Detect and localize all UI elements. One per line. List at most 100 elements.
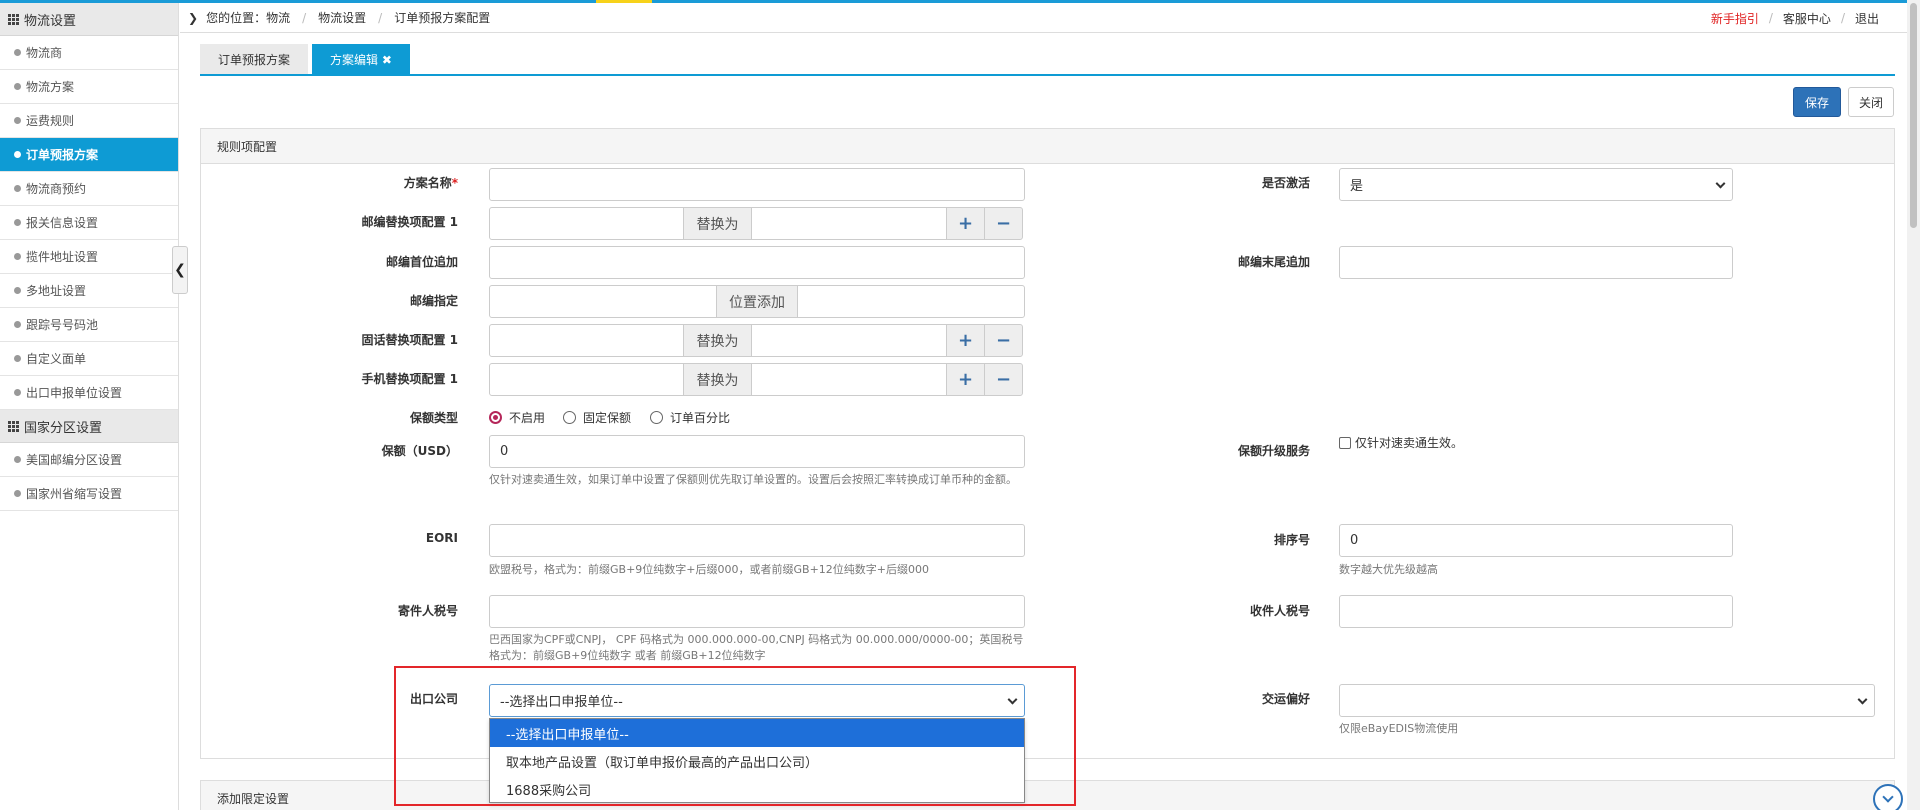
sidebar-item[interactable]: 跟踪号号码池: [0, 308, 178, 342]
bullet-icon: [14, 219, 21, 226]
sidebar-item-label: 报关信息设置: [26, 216, 99, 230]
add-mobile-replace-button[interactable]: +: [946, 363, 985, 396]
tab-plan-edit[interactable]: 方案编辑 ✖: [312, 44, 410, 74]
insurance-type-disabled-radio[interactable]: 不启用: [489, 409, 545, 426]
sidebar-item-label: 揽件地址设置: [26, 250, 99, 264]
tab-order-forecast-plan[interactable]: 订单预报方案: [200, 44, 309, 74]
breadcrumb-item[interactable]: 物流: [266, 9, 290, 26]
insurance-type-percent-radio[interactable]: 订单百分比: [650, 409, 730, 426]
mobile-replace-from-input[interactable]: [489, 363, 684, 396]
breadcrumb-separator: /: [378, 10, 383, 25]
sidebar-item[interactable]: 国家州省缩写设置: [0, 477, 178, 511]
sidebar-item[interactable]: 物流方案: [0, 70, 178, 104]
sender-tax-label: 寄件人税号: [397, 604, 458, 618]
zip-prefix-input[interactable]: [489, 246, 1025, 279]
zip-assign-position-input[interactable]: [797, 285, 1025, 318]
mobile-replace-to-input[interactable]: [751, 363, 947, 396]
sidebar-item[interactable]: 美国邮编分区设置: [0, 443, 178, 477]
sidebar-group-label: 国家分区设置: [24, 420, 103, 436]
sender-tax-input[interactable]: [489, 595, 1025, 628]
radio-checked-icon: [489, 411, 502, 424]
scrollbar-thumb[interactable]: [1910, 3, 1917, 228]
zip-prefix-label: 邮编首位追加: [385, 255, 458, 269]
breadcrumb-item[interactable]: 物流设置: [318, 9, 366, 26]
sidebar-item[interactable]: 订单预报方案: [0, 138, 178, 172]
position-add-addon: 位置添加: [716, 285, 798, 318]
sidebar-item[interactable]: 物流商: [0, 36, 178, 70]
sort-label: 排序号: [1273, 533, 1310, 547]
expand-panel-button[interactable]: [1873, 784, 1903, 810]
sidebar-item-label: 跟踪号号码池: [26, 318, 99, 332]
bullet-icon: [14, 456, 21, 463]
bullet-icon: [14, 389, 21, 396]
sidebar-item[interactable]: 出口申报单位设置: [0, 376, 178, 410]
plus-icon: +: [957, 330, 974, 351]
sidebar-group-country-zones[interactable]: 国家分区设置: [0, 410, 178, 443]
grid-icon: [8, 13, 19, 25]
sidebar-collapse-button[interactable]: ❮: [172, 246, 188, 294]
receiver-tax-label: 收件人税号: [1249, 604, 1310, 618]
sort-input[interactable]: 0: [1339, 524, 1733, 557]
new-guide-link[interactable]: 新手指引: [1711, 10, 1759, 27]
bullet-icon: [14, 185, 21, 192]
chevron-down-icon: [1857, 694, 1868, 705]
save-button[interactable]: 保存: [1793, 87, 1841, 117]
active-label: 是否激活: [1261, 176, 1310, 190]
bullet-icon: [14, 117, 21, 124]
remove-phone-replace-button[interactable]: −: [984, 324, 1023, 357]
sidebar-item[interactable]: 多地址设置: [0, 274, 178, 308]
remove-zip-replace-button[interactable]: −: [984, 207, 1023, 240]
handover-label: 交运偏好: [1261, 692, 1310, 706]
handover-select[interactable]: [1339, 684, 1875, 717]
zip-suffix-label: 邮编末尾追加: [1237, 255, 1310, 269]
mobile-replace-label: 手机替换项配置 1: [361, 372, 458, 386]
zip-assign-label: 邮编指定: [409, 294, 458, 308]
receiver-tax-input[interactable]: [1339, 595, 1733, 628]
handover-help-text: 仅限eBayEDIS物流使用: [1339, 722, 1459, 735]
insurance-type-fixed-radio[interactable]: 固定保额: [563, 409, 631, 426]
logout-link[interactable]: 退出: [1855, 10, 1879, 27]
zip-replace-to-input[interactable]: [751, 207, 947, 240]
plus-icon: +: [957, 213, 974, 234]
eori-input[interactable]: [489, 524, 1025, 557]
radio-icon: [650, 411, 663, 424]
sidebar-item[interactable]: 物流商预约: [0, 172, 178, 206]
sidebar-item-label: 自定义面单: [26, 352, 87, 366]
phone-replace-to-input[interactable]: [751, 324, 947, 357]
remove-mobile-replace-button[interactable]: −: [984, 363, 1023, 396]
bullet-icon: [14, 151, 21, 158]
insurance-help-text: 仅针对速卖通生效，如果订单中设置了保额则优先取订单设置的。设置后会按照汇率转换成…: [489, 473, 1017, 486]
sidebar-group-logistics[interactable]: 物流设置: [0, 3, 178, 36]
zip-assign-input[interactable]: [489, 285, 717, 318]
insurance-type-label: 保额类型: [409, 411, 458, 425]
bullet-icon: [14, 321, 21, 328]
insurance-upgrade-checkbox[interactable]: 仅针对速卖通生效。: [1339, 434, 1463, 451]
phone-replace-from-input[interactable]: [489, 324, 684, 357]
sidebar-item[interactable]: 自定义面单: [0, 342, 178, 376]
zip-suffix-input[interactable]: [1339, 246, 1733, 279]
active-select[interactable]: 是: [1339, 168, 1733, 201]
top-link-separator: /: [1840, 11, 1845, 25]
zip-replace-label: 邮编替换项配置 1: [361, 215, 458, 229]
minus-icon: −: [995, 213, 1012, 234]
zip-replace-from-input[interactable]: [489, 207, 684, 240]
add-phone-replace-button[interactable]: +: [946, 324, 985, 357]
grid-icon: [8, 420, 19, 432]
bullet-icon: [14, 49, 21, 56]
sidebar-item[interactable]: 运费规则: [0, 104, 178, 138]
replace-with-addon: 替换为: [683, 363, 752, 396]
service-center-link[interactable]: 客服中心: [1783, 10, 1831, 27]
bullet-icon: [14, 490, 21, 497]
plan-name-input[interactable]: [489, 168, 1025, 201]
radio-icon: [563, 411, 576, 424]
add-zip-replace-button[interactable]: +: [946, 207, 985, 240]
sidebar-item[interactable]: 揽件地址设置: [0, 240, 178, 274]
close-button[interactable]: 关闭: [1848, 87, 1894, 117]
sidebar-item[interactable]: 报关信息设置: [0, 206, 178, 240]
page-scrollbar[interactable]: [1907, 0, 1920, 810]
chevron-right-icon: ❯: [188, 10, 199, 25]
checkbox-icon: [1339, 436, 1351, 449]
plus-icon: +: [957, 369, 974, 390]
top-links: 新手指引 / 客服中心 / 退出: [1711, 3, 1879, 33]
insurance-amount-input[interactable]: 0: [489, 435, 1025, 468]
